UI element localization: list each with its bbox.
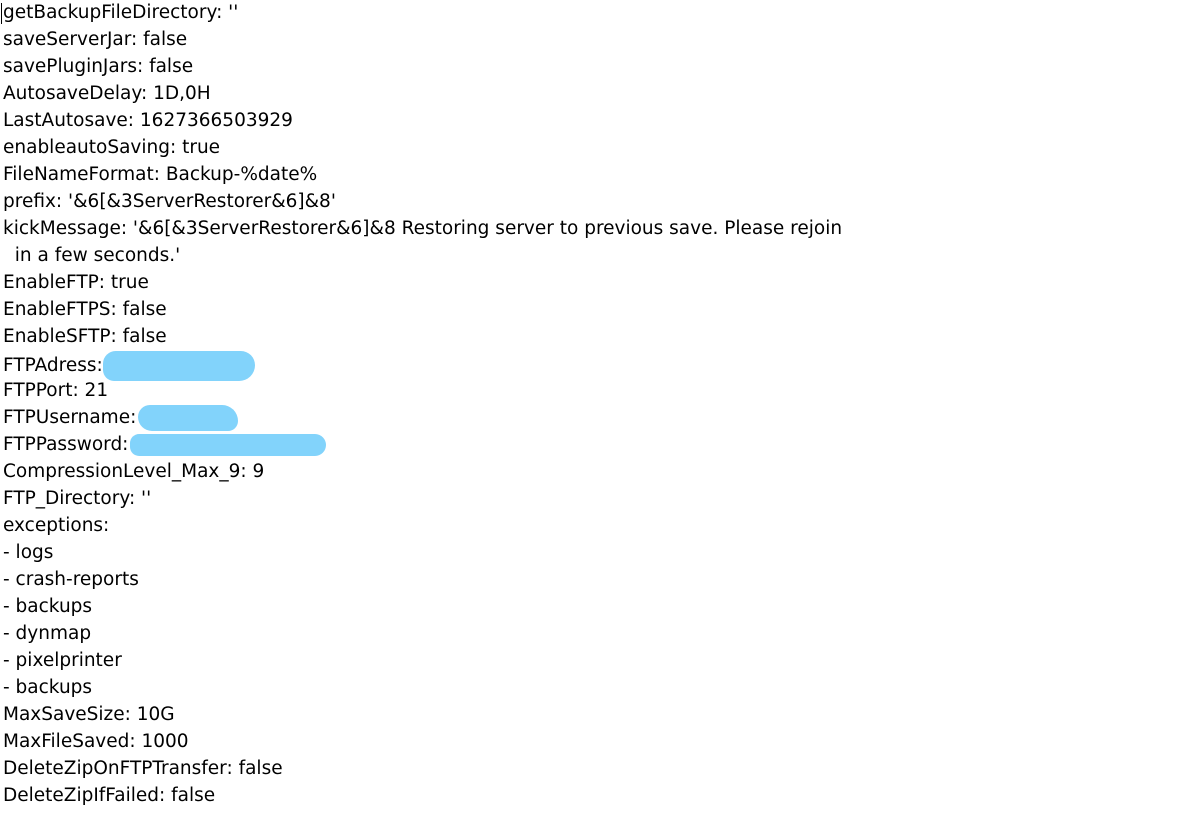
line-text: - crash-reports (3, 569, 139, 590)
line-text: FTP_Directory: '' (3, 488, 152, 509)
redaction-mark (130, 434, 327, 456)
line-text: - backups (3, 596, 93, 617)
config-line: getBackupFileDirectory: '' (1, 0, 1181, 27)
line-text: LastAutosave: 1627366503929 (3, 110, 293, 131)
config-list-item: - crash-reports (3, 567, 1181, 594)
line-text: DeleteZipIfFailed: false (3, 785, 216, 806)
config-line: FileNameFormat: Backup-%date% (3, 162, 1181, 189)
config-line: LastAutosave: 1627366503929 (3, 108, 1181, 135)
config-line: EnableFTPS: false (3, 297, 1181, 324)
line-text: EnableSFTP: false (3, 326, 167, 347)
config-list-item: - logs (3, 540, 1181, 567)
config-line: EnableSFTP: false (3, 324, 1181, 351)
config-line-ftp-username: FTPUsername: (3, 405, 1181, 432)
line-text: EnableFTPS: false (3, 299, 167, 320)
line-text: - dynmap (3, 623, 92, 644)
line-text: enableautoSaving: true (3, 137, 221, 158)
config-line: in a few seconds.' (3, 243, 1181, 270)
line-text: - logs (3, 542, 54, 563)
line-text: savePluginJars: false (3, 56, 194, 77)
config-line: MaxFileSaved: 1000 (3, 729, 1181, 756)
line-text: prefix: '&6[&3ServerRestorer&6]&8' (3, 191, 336, 212)
config-line: FTPPort: 21 (3, 378, 1181, 405)
line-text: MaxFileSaved: 1000 (3, 731, 189, 752)
redaction-mark (102, 351, 255, 381)
config-line: prefix: '&6[&3ServerRestorer&6]&8' (3, 189, 1181, 216)
line-text: FileNameFormat: Backup-%date% (3, 164, 318, 185)
config-list-item: - pixelprinter (3, 648, 1181, 675)
config-line: DeleteZipOnFTPTransfer: false (3, 756, 1181, 783)
config-line: exceptions: (3, 513, 1181, 540)
config-line: FTP_Directory: '' (3, 486, 1181, 513)
line-text: FTPPort: 21 (3, 380, 109, 401)
line-text: saveServerJar: false (3, 29, 188, 50)
config-list-item: - backups (3, 594, 1181, 621)
line-text: FTPPassword: (3, 434, 129, 455)
line-text: MaxSaveSize: 10G (3, 704, 175, 725)
config-line: kickMessage: '&6[&3ServerRestorer&6]&8 R… (3, 216, 1181, 243)
config-line: MaxSaveSize: 10G (3, 702, 1181, 729)
line-text: - pixelprinter (3, 650, 122, 671)
config-line: CompressionLevel_Max_9: 9 (3, 459, 1181, 486)
line-text: FTPAdress: (3, 355, 103, 376)
line-text: kickMessage: '&6[&3ServerRestorer&6]&8 R… (3, 218, 843, 239)
line-text: AutosaveDelay: 1D,0H (3, 83, 211, 104)
line-text: FTPUsername: (3, 407, 137, 428)
config-line: DeleteZipIfFailed: false (3, 783, 1181, 810)
line-text: getBackupFileDirectory: '' (3, 2, 239, 23)
redaction-mark (138, 405, 239, 431)
line-text: - backups (3, 677, 93, 698)
config-line: saveServerJar: false (3, 27, 1181, 54)
config-list-item: - backups (3, 675, 1181, 702)
config-line: AutosaveDelay: 1D,0H (3, 81, 1181, 108)
config-line-ftp-password: FTPPassword: (3, 432, 1181, 459)
line-text: CompressionLevel_Max_9: 9 (3, 461, 265, 482)
line-text: EnableFTP: true (3, 272, 149, 293)
config-line: savePluginJars: false (3, 54, 1181, 81)
config-line: enableautoSaving: true (3, 135, 1181, 162)
config-line: EnableFTP: true (3, 270, 1181, 297)
text-editor-area[interactable]: getBackupFileDirectory: '' saveServerJar… (0, 0, 1181, 834)
line-text: DeleteZipOnFTPTransfer: false (3, 758, 283, 779)
config-line-ftp-address: FTPAdress: (3, 351, 1181, 381)
text-cursor (1, 3, 2, 24)
config-list-item: - dynmap (3, 621, 1181, 648)
line-text: exceptions: (3, 515, 110, 536)
line-text: in a few seconds.' (3, 245, 181, 266)
